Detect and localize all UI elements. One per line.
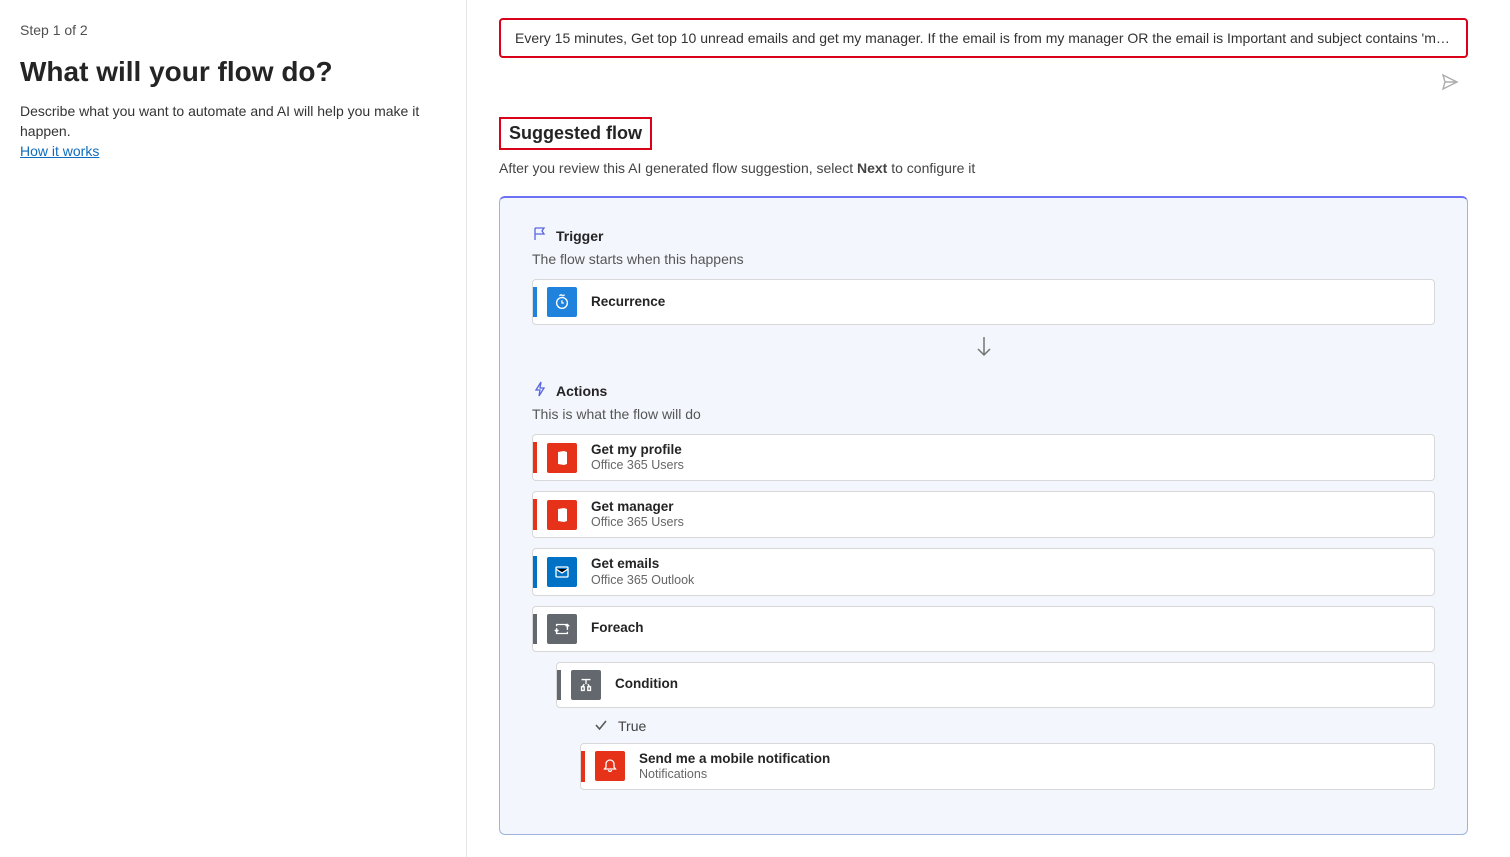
step-title: Get my profile [591, 442, 684, 458]
lightning-icon [532, 381, 548, 400]
prompt-input[interactable]: Every 15 minutes, Get top 10 unread emai… [499, 18, 1468, 58]
suggested-desc-text: After you review this AI generated flow … [499, 160, 857, 176]
step-count: Step 1 of 2 [20, 22, 446, 38]
office-icon [547, 443, 577, 473]
step-accent [581, 751, 585, 782]
step-title: Send me a mobile notification [639, 751, 830, 767]
office-icon [547, 500, 577, 530]
step-text: Recurrence [591, 294, 665, 310]
true-label: True [618, 718, 646, 734]
right-panel: Every 15 minutes, Get top 10 unread emai… [467, 0, 1510, 857]
step-accent [533, 442, 537, 473]
actions-subtitle: This is what the flow will do [532, 406, 1435, 422]
true-body: Send me a mobile notification Notificati… [580, 743, 1435, 790]
condition-icon [571, 670, 601, 700]
step-title: Condition [615, 676, 678, 692]
left-panel: Step 1 of 2 What will your flow do? Desc… [0, 0, 467, 857]
step-subtitle: Office 365 Outlook [591, 573, 694, 588]
outlook-icon [547, 557, 577, 587]
page-description: Describe what you want to automate and A… [20, 102, 446, 141]
trigger-label: Trigger [556, 228, 603, 244]
step-accent [533, 499, 537, 530]
action-send-notification[interactable]: Send me a mobile notification Notificati… [580, 743, 1435, 790]
action-foreach[interactable]: Foreach [532, 606, 1435, 652]
step-text: Foreach [591, 620, 644, 636]
arrow-down-icon [532, 335, 1435, 359]
actions-label: Actions [556, 383, 607, 399]
step-title: Get emails [591, 556, 694, 572]
action-condition[interactable]: Condition [556, 662, 1435, 708]
action-get-my-profile[interactable]: Get my profile Office 365 Users [532, 434, 1435, 481]
flag-icon [532, 226, 548, 245]
foreach-body: Condition True Send me a mobile notifica… [556, 662, 1435, 790]
step-title: Recurrence [591, 294, 665, 310]
step-title: Foreach [591, 620, 644, 636]
step-title: Get manager [591, 499, 684, 515]
check-icon [594, 718, 608, 735]
action-get-manager[interactable]: Get manager Office 365 Users [532, 491, 1435, 538]
step-text: Condition [615, 676, 678, 692]
trigger-section-head: Trigger [532, 226, 1435, 245]
flow-card: Trigger The flow starts when this happen… [499, 196, 1468, 835]
bell-icon [595, 751, 625, 781]
suggested-description: After you review this AI generated flow … [499, 160, 1468, 176]
step-subtitle: Notifications [639, 767, 830, 782]
send-button[interactable] [1436, 68, 1464, 99]
clock-icon [547, 287, 577, 317]
step-text: Send me a mobile notification Notificati… [639, 751, 830, 782]
condition-true-branch: True [594, 718, 1435, 735]
step-accent [533, 614, 537, 644]
action-get-emails[interactable]: Get emails Office 365 Outlook [532, 548, 1435, 595]
step-accent [533, 287, 537, 317]
step-subtitle: Office 365 Users [591, 458, 684, 473]
step-subtitle: Office 365 Users [591, 515, 684, 530]
send-row [499, 62, 1468, 117]
page-title: What will your flow do? [20, 56, 446, 88]
suggested-heading: Suggested flow [499, 117, 652, 150]
step-text: Get emails Office 365 Outlook [591, 556, 694, 587]
suggested-desc-after: to configure it [887, 160, 975, 176]
how-it-works-link[interactable]: How it works [20, 143, 99, 159]
suggested-desc-bold: Next [857, 160, 887, 176]
step-text: Get my profile Office 365 Users [591, 442, 684, 473]
step-accent [557, 670, 561, 700]
step-text: Get manager Office 365 Users [591, 499, 684, 530]
loop-icon [547, 614, 577, 644]
trigger-recurrence[interactable]: Recurrence [532, 279, 1435, 325]
trigger-subtitle: The flow starts when this happens [532, 251, 1435, 267]
send-icon [1440, 72, 1460, 92]
actions-section-head: Actions [532, 381, 1435, 400]
step-accent [533, 556, 537, 587]
